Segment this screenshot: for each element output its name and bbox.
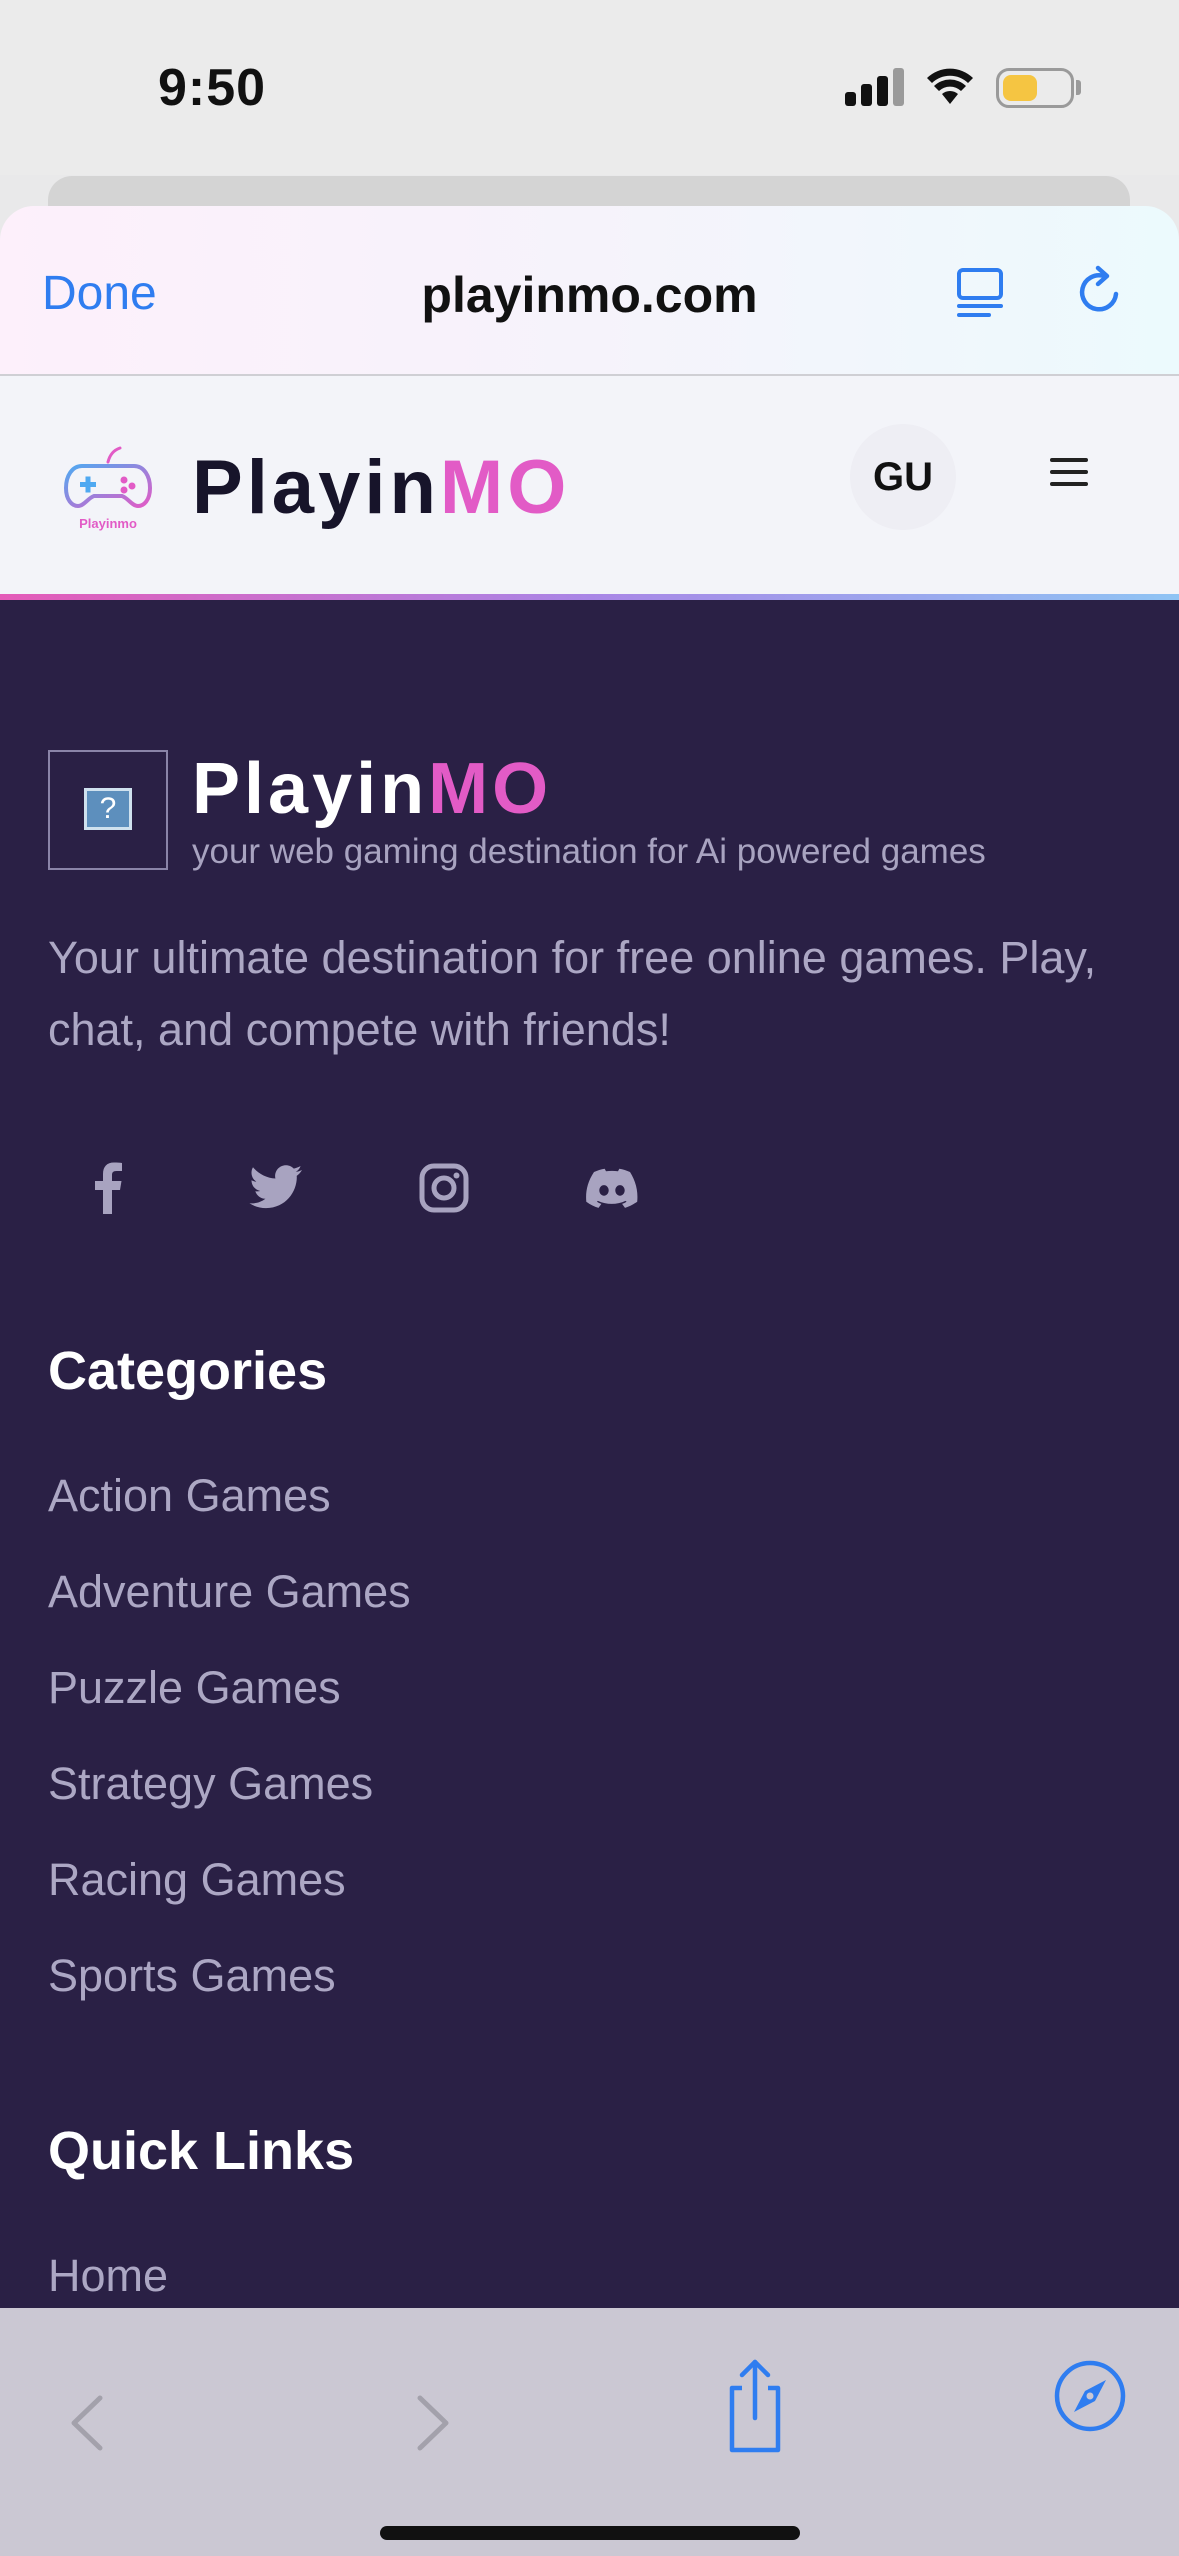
gamepad-logo-icon[interactable]: Playinmo	[62, 442, 154, 534]
signal-icon	[845, 66, 905, 106]
done-button[interactable]: Done	[42, 266, 157, 321]
battery-icon	[996, 68, 1074, 108]
discord-icon[interactable]	[572, 1148, 652, 1228]
brand-image-placeholder: ?	[48, 750, 168, 870]
brand-text-playin: Playin	[192, 749, 429, 829]
brand-text-mo: MO	[428, 749, 553, 829]
language-button[interactable]: GU	[850, 424, 956, 530]
browser-top-bar: playinmo.com Done	[0, 206, 1179, 376]
site-header: Playinmo PlayinMO GU	[0, 376, 1179, 594]
category-link-sports[interactable]: Sports Games	[48, 1950, 336, 2002]
site-footer: ? PlayinMO your web gaming destination f…	[0, 600, 1179, 2310]
quick-links-heading: Quick Links	[48, 2121, 355, 2181]
wifi-icon	[927, 68, 973, 104]
category-link-adventure[interactable]: Adventure Games	[48, 1566, 411, 1618]
reader-view-icon[interactable]	[955, 264, 1011, 320]
status-time: 9:50	[158, 59, 267, 117]
category-link-puzzle[interactable]: Puzzle Games	[48, 1662, 341, 1714]
logo-text-mo: MO	[439, 445, 571, 530]
logo-text-playin: Playin	[192, 445, 440, 530]
quick-link-home[interactable]: Home	[48, 2250, 168, 2302]
twitter-icon[interactable]	[236, 1148, 316, 1228]
site-logo[interactable]: PlayinMO	[192, 444, 570, 531]
hamburger-menu-icon[interactable]	[1050, 456, 1090, 496]
reload-icon[interactable]	[1072, 264, 1128, 320]
compass-icon[interactable]	[1052, 2358, 1128, 2434]
categories-heading: Categories	[48, 1341, 328, 1401]
broken-image-icon: ?	[84, 788, 132, 830]
footer-description: Your ultimate destination for free onlin…	[48, 932, 1097, 1055]
browser-bottom-toolbar	[0, 2308, 1179, 2556]
status-bar: 9:50	[0, 0, 1179, 175]
footer-brand-name[interactable]: PlayinMO	[192, 748, 552, 830]
instagram-icon[interactable]	[404, 1148, 484, 1228]
category-link-action[interactable]: Action Games	[48, 1470, 331, 1522]
footer-tagline: your web gaming destination for Ai power…	[192, 832, 986, 871]
forward-arrow-icon[interactable]	[400, 2388, 460, 2458]
logo-icon-text: Playinmo	[79, 516, 137, 531]
home-indicator[interactable]	[380, 2526, 800, 2540]
category-link-strategy[interactable]: Strategy Games	[48, 1758, 373, 1810]
share-icon[interactable]	[720, 2348, 790, 2458]
category-link-racing[interactable]: Racing Games	[48, 1854, 346, 1906]
facebook-icon[interactable]	[68, 1148, 148, 1228]
back-arrow-icon[interactable]	[60, 2388, 120, 2458]
